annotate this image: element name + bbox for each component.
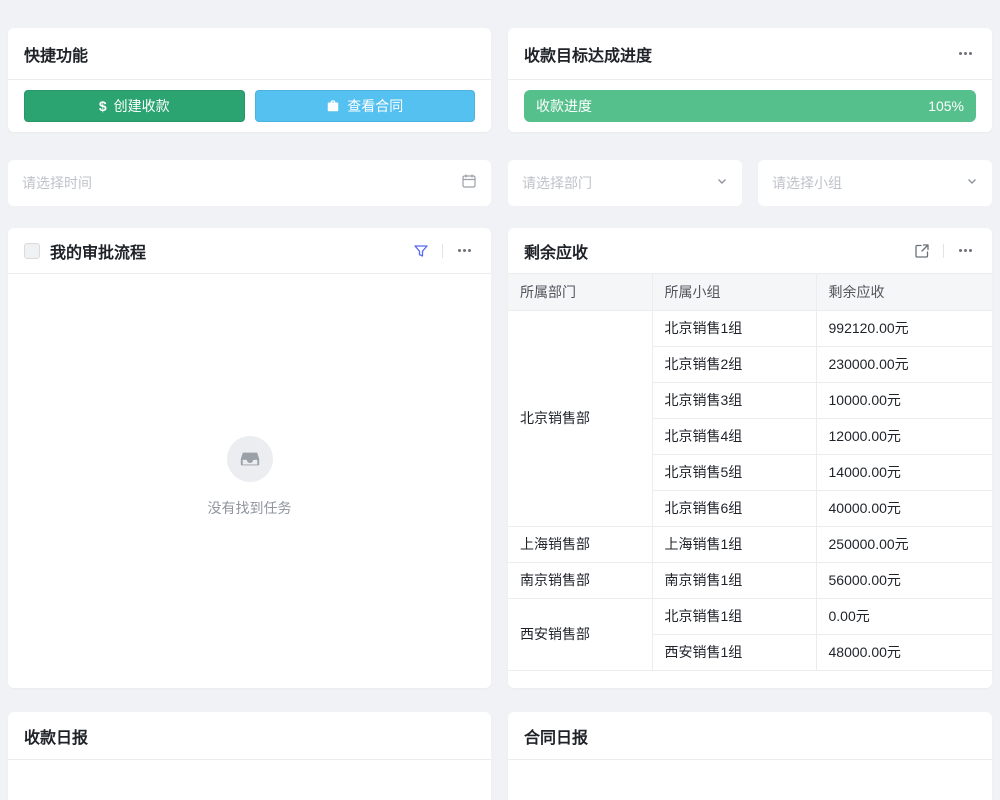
time-select[interactable]: 请选择时间	[8, 160, 491, 206]
empty-state-text: 没有找到任务	[208, 498, 292, 518]
group-cell: 北京销售5组	[652, 454, 816, 490]
payment-progress-card: 收款目标达成进度 收款进度 105%	[508, 28, 992, 132]
export-icon[interactable]	[911, 240, 933, 262]
group-cell: 北京销售1组	[652, 598, 816, 634]
amount-cell: 48000.00元	[816, 634, 992, 670]
table-row: 上海销售部 上海销售1组 250000.00元	[508, 526, 992, 562]
chevron-down-icon	[966, 174, 978, 192]
receivables-table: 所属部门 所属小组 剩余应收 北京销售部 北京销售1组 992120.00元 北…	[508, 274, 992, 671]
contract-daily-header: 合同日报	[508, 712, 992, 760]
view-contract-label: 查看合同	[347, 96, 403, 116]
receivables-header: 剩余应收	[508, 228, 992, 274]
quick-actions-title: 快捷功能	[24, 42, 475, 66]
header-divider	[442, 244, 443, 258]
payment-progress-title: 收款目标达成进度	[524, 42, 954, 66]
quick-actions-card: 快捷功能 $ 创建收款 查看合同	[8, 28, 491, 132]
approval-flow-card: 我的审批流程 没有找到任务	[8, 228, 491, 688]
progress-bar-value: 105%	[928, 98, 964, 114]
main-row: 我的审批流程 没有找到任务 剩余应收	[8, 228, 992, 688]
amount-cell: 230000.00元	[816, 346, 992, 382]
payment-progress-header: 收款目标达成进度	[508, 28, 992, 80]
quick-actions-body: $ 创建收款 查看合同	[8, 80, 491, 132]
calendar-icon	[461, 173, 477, 194]
more-options-icon[interactable]	[453, 240, 475, 262]
amount-cell: 10000.00元	[816, 382, 992, 418]
department-select-placeholder: 请选择部门	[522, 173, 716, 193]
quick-actions-header: 快捷功能	[8, 28, 491, 80]
dept-cell: 西安销售部	[508, 598, 652, 670]
group-cell: 北京销售1组	[652, 310, 816, 346]
table-header-row: 所属部门 所属小组 剩余应收	[508, 274, 992, 310]
table-row: 北京销售部 北京销售1组 992120.00元	[508, 310, 992, 346]
amount-cell: 56000.00元	[816, 562, 992, 598]
bottom-row: 收款日报 合同日报	[8, 712, 992, 800]
top-row: 快捷功能 $ 创建收款 查看合同 收款目标达成进度	[8, 28, 992, 132]
filter-row: 请选择时间 请选择部门 请选择小组	[8, 160, 992, 206]
group-cell: 北京销售2组	[652, 346, 816, 382]
table-row: 西安销售部 北京销售1组 0.00元	[508, 598, 992, 634]
group-select-placeholder: 请选择小组	[772, 173, 966, 193]
payment-daily-title: 收款日报	[24, 724, 475, 748]
dollar-icon: $	[99, 99, 107, 113]
group-cell: 西安销售1组	[652, 634, 816, 670]
receivables-title: 剩余应收	[524, 239, 911, 263]
group-cell: 北京销售4组	[652, 418, 816, 454]
amount-cell: 992120.00元	[816, 310, 992, 346]
header-divider	[943, 244, 944, 258]
group-cell: 南京销售1组	[652, 562, 816, 598]
dept-cell: 北京销售部	[508, 310, 652, 526]
payment-daily-card: 收款日报	[8, 712, 491, 800]
approval-checkbox[interactable]	[24, 243, 40, 259]
approval-flow-header: 我的审批流程	[8, 228, 491, 274]
contract-daily-card: 合同日报	[508, 712, 992, 800]
filter-funnel-icon[interactable]	[410, 240, 432, 262]
group-cell: 北京销售3组	[652, 382, 816, 418]
empty-inbox-icon	[227, 436, 273, 482]
group-cell: 上海销售1组	[652, 526, 816, 562]
amount-cell: 40000.00元	[816, 490, 992, 526]
payment-progress-bar: 收款进度 105%	[524, 90, 976, 122]
empty-state: 没有找到任务	[8, 436, 491, 518]
amount-cell: 0.00元	[816, 598, 992, 634]
column-header-dept: 所属部门	[508, 274, 652, 310]
amount-cell: 12000.00元	[816, 418, 992, 454]
group-select[interactable]: 请选择小组	[758, 160, 992, 206]
create-payment-label: 创建收款	[114, 96, 170, 116]
more-options-icon[interactable]	[954, 240, 976, 262]
progress-bar-label: 收款进度	[536, 96, 592, 116]
time-select-placeholder: 请选择时间	[22, 173, 461, 193]
receivables-card: 剩余应收 所属部门 所属小组 剩余应收 北京	[508, 228, 992, 688]
amount-cell: 14000.00元	[816, 454, 992, 490]
contract-daily-title: 合同日报	[524, 724, 976, 748]
column-header-group: 所属小组	[652, 274, 816, 310]
dept-cell: 上海销售部	[508, 526, 652, 562]
briefcase-icon	[326, 99, 340, 113]
dashboard: 快捷功能 $ 创建收款 查看合同 收款目标达成进度	[0, 0, 1000, 800]
create-payment-button[interactable]: $ 创建收款	[24, 90, 245, 122]
more-options-icon[interactable]	[954, 43, 976, 65]
approval-flow-title: 我的审批流程	[50, 239, 410, 263]
right-filters: 请选择部门 请选择小组	[508, 160, 992, 206]
group-cell: 北京销售6组	[652, 490, 816, 526]
progress-body: 收款进度 105%	[508, 80, 992, 132]
amount-cell: 250000.00元	[816, 526, 992, 562]
dept-cell: 南京销售部	[508, 562, 652, 598]
column-header-amount: 剩余应收	[816, 274, 992, 310]
view-contract-button[interactable]: 查看合同	[255, 90, 476, 122]
payment-daily-header: 收款日报	[8, 712, 491, 760]
chevron-down-icon	[716, 174, 728, 192]
department-select[interactable]: 请选择部门	[508, 160, 742, 206]
table-row: 南京销售部 南京销售1组 56000.00元	[508, 562, 992, 598]
